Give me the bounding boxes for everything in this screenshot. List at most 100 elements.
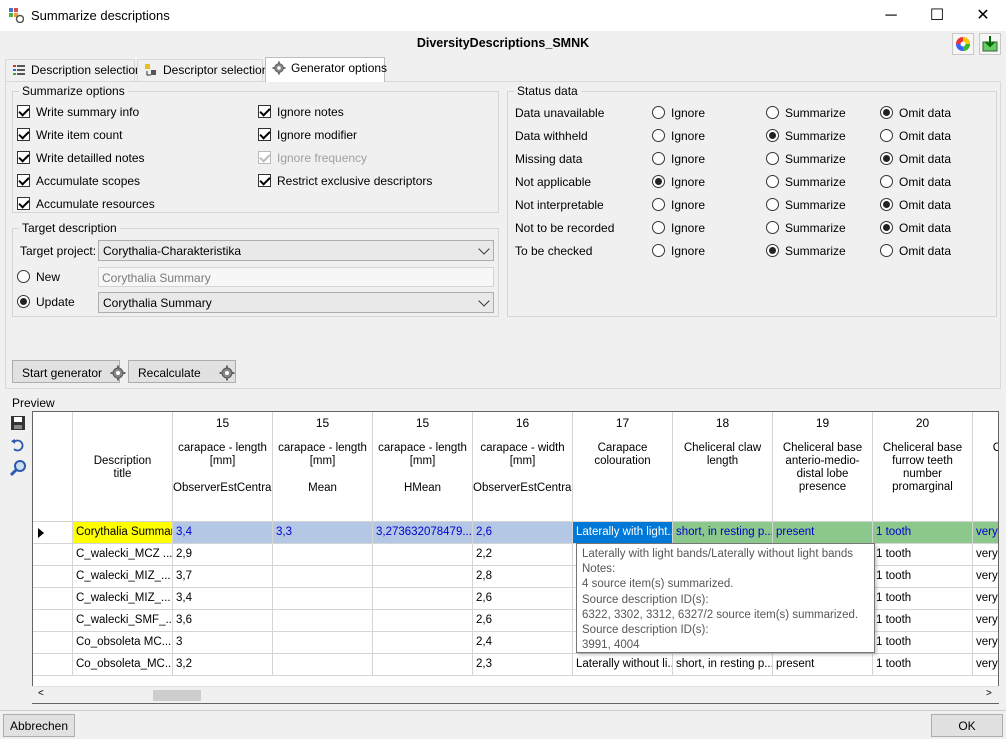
status-radio-summarize[interactable] — [766, 198, 779, 211]
new-radio[interactable] — [17, 270, 30, 283]
scroll-thumb[interactable] — [153, 690, 201, 701]
target-project-select[interactable]: Corythalia-Charakteristika — [98, 240, 494, 261]
table-cell[interactable]: 3 — [173, 632, 273, 654]
minimize-button[interactable]: ─ — [868, 0, 914, 31]
color-wheel-icon[interactable] — [952, 33, 974, 55]
column-header[interactable]: 18 Cheliceral claw length — [673, 412, 773, 522]
table-cell[interactable]: 2,6 — [473, 522, 573, 544]
row-header[interactable] — [33, 654, 73, 676]
table-cell[interactable]: 3,2 — [173, 654, 273, 676]
close-button[interactable]: ✕ — [960, 0, 1006, 31]
table-cell[interactable] — [273, 588, 373, 610]
scroll-right-icon[interactable]: > — [986, 688, 992, 699]
ok-button[interactable]: OK — [931, 714, 1003, 737]
table-cell[interactable]: very — [973, 610, 998, 632]
table-cell[interactable]: very — [973, 588, 998, 610]
tab-descriptor-selection[interactable]: Descriptor selection — [137, 59, 268, 81]
table-cell[interactable]: 3,3 — [273, 522, 373, 544]
table-cell[interactable]: 3,6 — [173, 610, 273, 632]
status-radio-ignore[interactable] — [652, 152, 665, 165]
status-radio-ignore[interactable] — [652, 175, 665, 188]
table-cell[interactable] — [273, 544, 373, 566]
table-cell[interactable]: 2,6 — [473, 610, 573, 632]
table-cell[interactable] — [273, 610, 373, 632]
table-cell[interactable]: 2,2 — [473, 544, 573, 566]
table-cell[interactable]: 3,4 — [173, 588, 273, 610]
option-checkbox[interactable] — [17, 174, 30, 187]
status-radio-omit-data[interactable] — [880, 221, 893, 234]
column-header[interactable]: 17 Carapace colouration — [573, 412, 673, 522]
column-header[interactable]: 20 Cheliceral base furrow teeth number pr… — [873, 412, 973, 522]
status-radio-summarize[interactable] — [766, 129, 779, 142]
tab-description-selection[interactable]: Description selection — [5, 59, 142, 81]
option-checkbox[interactable] — [17, 151, 30, 164]
description-title-cell[interactable]: C_walecki_SMF_... — [73, 610, 173, 632]
save-icon[interactable] — [10, 415, 26, 431]
table-cell[interactable] — [373, 544, 473, 566]
tab-generator-options[interactable]: Generator options — [265, 57, 387, 82]
row-header[interactable] — [33, 522, 73, 544]
status-radio-summarize[interactable] — [766, 152, 779, 165]
table-cell[interactable]: present — [773, 654, 873, 676]
status-radio-ignore[interactable] — [652, 129, 665, 142]
scroll-left-icon[interactable]: < — [38, 688, 44, 699]
description-title-cell[interactable]: C_walecki_MCZ ... — [73, 544, 173, 566]
table-cell[interactable]: very — [973, 654, 998, 676]
option-checkbox[interactable] — [258, 105, 271, 118]
status-radio-ignore[interactable] — [652, 221, 665, 234]
new-description-input[interactable]: Corythalia Summary — [98, 267, 494, 287]
table-cell[interactable] — [273, 632, 373, 654]
table-cell[interactable]: 2,6 — [473, 588, 573, 610]
table-cell[interactable]: very — [973, 522, 998, 544]
status-radio-omit-data[interactable] — [880, 152, 893, 165]
status-radio-ignore[interactable] — [652, 244, 665, 257]
column-header[interactable]: 19 Cheliceral base anterio-medio-distal l… — [773, 412, 873, 522]
update-radio[interactable] — [17, 295, 30, 308]
table-cell[interactable] — [373, 632, 473, 654]
table-cell[interactable]: Laterally with light... — [573, 522, 673, 544]
horizontal-scrollbar[interactable]: < > — [32, 686, 999, 703]
table-cell[interactable]: 1 tooth — [873, 632, 973, 654]
status-radio-omit-data[interactable] — [880, 106, 893, 119]
option-checkbox[interactable] — [17, 197, 30, 210]
column-header[interactable]: 15 carapace - length [mm] HMean — [373, 412, 473, 522]
description-title-cell[interactable]: C_walecki_MIZ_... — [73, 566, 173, 588]
table-cell[interactable]: 2,8 — [473, 566, 573, 588]
status-radio-summarize[interactable] — [766, 221, 779, 234]
table-cell[interactable] — [273, 566, 373, 588]
cancel-button[interactable]: Abbrechen — [3, 714, 75, 737]
description-title-cell[interactable]: Co_obsoleta_MC... — [73, 654, 173, 676]
table-cell[interactable]: 2,9 — [173, 544, 273, 566]
column-header[interactable]: C ba sh pro — [973, 412, 998, 522]
option-checkbox[interactable] — [258, 174, 271, 187]
description-title-cell[interactable]: C_walecki_MIZ_... — [73, 588, 173, 610]
table-cell[interactable]: short, in resting p... — [673, 522, 773, 544]
table-cell[interactable]: 2,3 — [473, 654, 573, 676]
table-cell[interactable] — [373, 610, 473, 632]
table-cell[interactable] — [373, 654, 473, 676]
description-title-cell[interactable]: Corythalia Summary — [73, 522, 173, 544]
table-cell[interactable]: 1 tooth — [873, 610, 973, 632]
table-cell[interactable]: 3,7 — [173, 566, 273, 588]
row-header[interactable] — [33, 610, 73, 632]
table-cell[interactable]: Laterally without li... — [573, 654, 673, 676]
description-title-cell[interactable]: Co_obsoleta MC... — [73, 632, 173, 654]
search-icon[interactable] — [9, 459, 27, 477]
row-header[interactable] — [33, 544, 73, 566]
table-cell[interactable] — [273, 654, 373, 676]
table-cell[interactable]: 1 tooth — [873, 544, 973, 566]
status-radio-omit-data[interactable] — [880, 198, 893, 211]
table-cell[interactable]: 2,4 — [473, 632, 573, 654]
column-header-description-title[interactable]: Description title — [73, 412, 173, 522]
row-header[interactable] — [33, 566, 73, 588]
option-checkbox[interactable] — [17, 105, 30, 118]
column-header[interactable]: 15 carapace - length [mm] ObserverEstCentr… — [173, 412, 273, 522]
update-description-select[interactable]: Corythalia Summary — [98, 292, 494, 313]
table-cell[interactable]: very — [973, 544, 998, 566]
option-checkbox[interactable] — [258, 128, 271, 141]
undo-icon[interactable] — [10, 437, 26, 453]
status-radio-ignore[interactable] — [652, 106, 665, 119]
option-checkbox[interactable] — [17, 128, 30, 141]
table-cell[interactable]: present — [773, 522, 873, 544]
table-cell[interactable]: 1 tooth — [873, 522, 973, 544]
